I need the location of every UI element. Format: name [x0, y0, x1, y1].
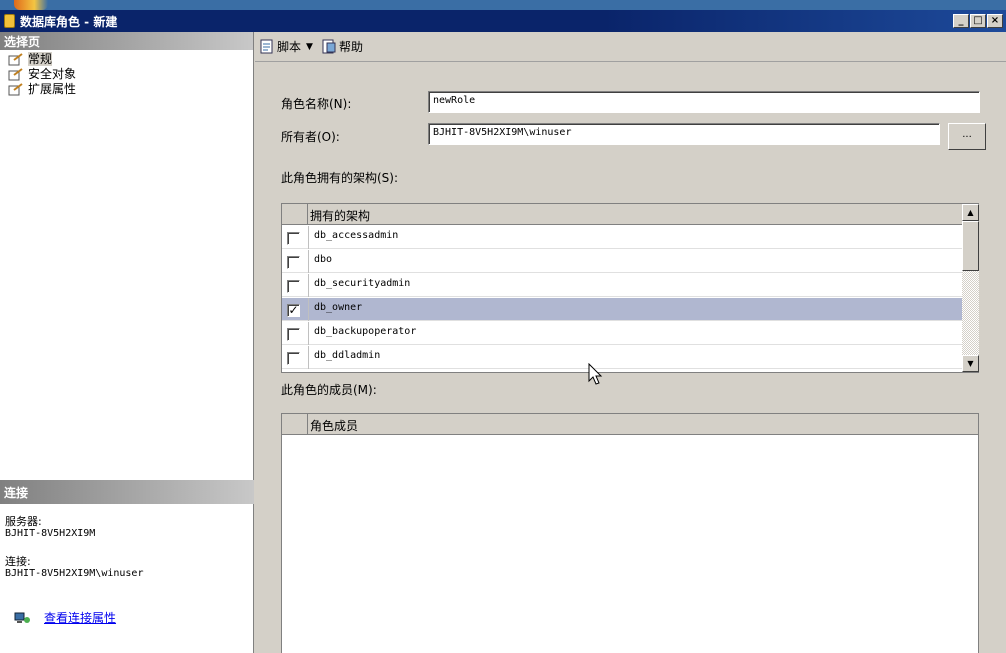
help-icon [322, 39, 336, 54]
schema-row[interactable]: db_ddladmin [282, 346, 962, 369]
connection-header: 连接 [0, 480, 254, 504]
owned-schemas-label: 此角色拥有的架构(S): [281, 171, 399, 185]
minimize-button[interactable]: _ [953, 14, 969, 28]
view-connection-properties-link[interactable]: 查看连接属性 [44, 609, 116, 626]
page-icon [8, 83, 23, 96]
column-divider [308, 322, 309, 345]
select-page-header: 选择页 [0, 32, 253, 50]
schemas-grid-header: 拥有的架构 [282, 204, 962, 225]
schema-checkbox[interactable] [287, 256, 300, 269]
column-divider [308, 250, 309, 273]
maximize-button[interactable]: □ [970, 14, 986, 28]
window-title: 数据库角色 - 新建 [20, 15, 118, 29]
server-value: BJHIT-8V5H2XI9M [5, 528, 96, 539]
left-panel: 选择页 常规 安全对象 扩展属性 连接 服务器: BJHIT-8V5H2XI9M… [0, 32, 254, 653]
page-item-general[interactable]: 常规 [0, 52, 253, 67]
view-connection-properties[interactable]: 查看连接属性 [14, 609, 116, 626]
owner-input[interactable]: BJHIT-8V5H2XI9M\winuser [428, 123, 940, 145]
schema-checkbox[interactable] [287, 232, 300, 245]
script-label: 脚本 [277, 40, 302, 54]
members-label: 此角色的成员(M): [281, 383, 377, 397]
schema-name: db_backupoperator [314, 326, 417, 337]
column-divider [308, 346, 309, 369]
scroll-thumb[interactable] [962, 221, 979, 271]
members-grid-header: 角色成员 [282, 414, 978, 435]
app-logo-icon [14, 0, 48, 10]
members-column-header[interactable]: 角色成员 [310, 417, 358, 434]
schemas-column-header[interactable]: 拥有的架构 [310, 207, 370, 224]
page-icon [8, 53, 23, 66]
schema-checkbox[interactable] [287, 280, 300, 293]
page-item-label: 扩展属性 [28, 82, 77, 96]
schema-name: dbo [314, 254, 333, 265]
page-item-extended-properties[interactable]: 扩展属性 [0, 82, 253, 97]
header-row-selector [282, 414, 308, 434]
column-divider [308, 274, 309, 297]
role-name-label: 角色名称(N): [281, 97, 352, 111]
browse-owner-button[interactable]: ... [948, 123, 986, 150]
schema-name: db_ddladmin [314, 350, 381, 361]
schema-row[interactable]: db_securityadmin [282, 274, 962, 297]
server-label: 服务器: [5, 515, 42, 528]
schema-checkbox[interactable] [287, 352, 300, 365]
connection-section: 连接 服务器: BJHIT-8V5H2XI9M 连接: BJHIT-8V5H2X… [0, 480, 254, 625]
page-item-label: 常规 [28, 52, 53, 66]
schema-checkbox[interactable]: ✓ [287, 304, 300, 317]
header-checkbox-column [282, 204, 308, 224]
dropdown-arrow-icon[interactable]: ▼ [306, 42, 313, 52]
schema-name: db_owner [314, 302, 363, 313]
schema-row[interactable]: db_backupoperator [282, 322, 962, 345]
mouse-cursor-icon [588, 363, 603, 385]
toolbar: 脚本 ▼ 帮助 [255, 32, 1006, 62]
general-page: 角色名称(N): newRole 所有者(O): BJHIT-8V5H2XI9M… [255, 63, 1006, 653]
column-divider [308, 226, 309, 249]
script-button[interactable]: 脚本 ▼ [259, 38, 313, 55]
owner-label: 所有者(O): [281, 130, 340, 144]
connection-value: BJHIT-8V5H2XI9M\winuser [5, 568, 144, 579]
script-icon [260, 39, 273, 54]
schema-name: db_accessadmin [314, 230, 399, 241]
page-item-label: 安全对象 [28, 67, 77, 81]
close-button[interactable]: × [987, 14, 1003, 28]
schema-row[interactable]: ✓ db_owner [282, 298, 962, 321]
connection-label: 连接: [5, 555, 31, 568]
role-name-input[interactable]: newRole [428, 91, 980, 113]
help-label: 帮助 [338, 40, 363, 54]
page-item-securables[interactable]: 安全对象 [0, 67, 253, 82]
schema-checkbox[interactable] [287, 328, 300, 341]
connection-properties-icon [14, 612, 30, 623]
schema-row[interactable]: db_accessadmin [282, 226, 962, 249]
help-button[interactable]: 帮助 [321, 38, 363, 55]
scroll-up-icon[interactable]: ▲ [962, 204, 979, 221]
owned-schemas-grid: 拥有的架构 db_accessadmindbo db_securityadmin ✓… [281, 203, 979, 373]
schema-name: db_securityadmin [314, 278, 411, 289]
scroll-down-icon[interactable]: ▼ [962, 355, 979, 372]
schema-row[interactable]: dbo [282, 250, 962, 273]
database-icon [4, 14, 15, 28]
title-bar[interactable]: 数据库角色 - 新建 _ □ × [0, 10, 1006, 32]
page-icon [8, 68, 23, 81]
column-divider [308, 298, 309, 321]
role-members-grid: 角色成员 [281, 413, 979, 653]
desktop-strip [0, 0, 1006, 10]
schemas-scrollbar[interactable]: ▲ ▼ [962, 204, 979, 372]
